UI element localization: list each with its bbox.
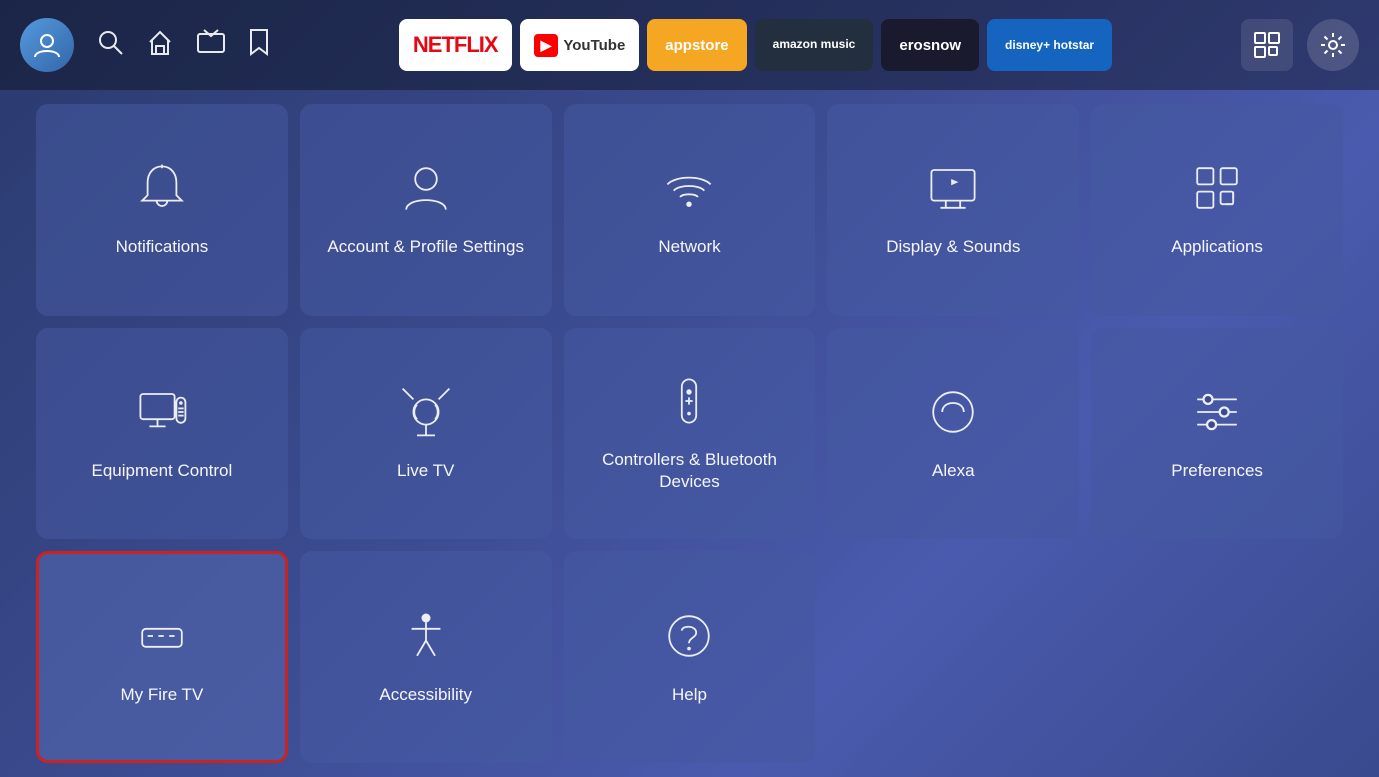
notifications-label: Notifications: [116, 236, 209, 258]
alexa-icon: [926, 385, 980, 446]
account-profile-label: Account & Profile Settings: [327, 236, 524, 258]
grid-item-help[interactable]: Help: [564, 551, 816, 763]
bell-icon: [135, 161, 189, 222]
hotstar-label: disney+ hotstar: [1005, 38, 1094, 52]
app-grid-button[interactable]: [1241, 19, 1293, 71]
accessibility-icon: [399, 609, 453, 670]
sliders-icon: [1190, 385, 1244, 446]
app-erosnow[interactable]: erosnow: [881, 19, 979, 71]
bookmark-icon[interactable]: [248, 28, 270, 63]
grid-item-display-sounds[interactable]: Display & Sounds: [827, 104, 1079, 316]
applications-label: Applications: [1171, 236, 1263, 258]
app-netflix[interactable]: NETFLIX: [399, 19, 512, 71]
my-fire-tv-label: My Fire TV: [120, 684, 203, 706]
person-icon: [399, 161, 453, 222]
app-youtube[interactable]: ▶ YouTube: [520, 19, 640, 71]
alexa-label: Alexa: [932, 460, 975, 482]
preferences-label: Preferences: [1171, 460, 1263, 482]
equipment-control-label: Equipment Control: [91, 460, 232, 482]
tv-icon[interactable]: [196, 28, 226, 63]
accessibility-label: Accessibility: [379, 684, 472, 706]
grid-item-alexa[interactable]: Alexa: [827, 328, 1079, 540]
app-hotstar[interactable]: disney+ hotstar: [987, 19, 1112, 71]
remote-icon: [662, 374, 716, 435]
topbar-apps: NETFLIX ▶ YouTube appstore amazon music …: [280, 19, 1231, 71]
search-icon[interactable]: [96, 28, 124, 63]
topbar-right: [1241, 19, 1359, 71]
grid-item-equipment-control[interactable]: Equipment Control: [36, 328, 288, 540]
display-sounds-label: Display & Sounds: [886, 236, 1020, 258]
youtube-play-icon: ▶: [534, 34, 559, 57]
network-label: Network: [658, 236, 720, 258]
topbar-left: [20, 18, 270, 72]
wifi-icon: [662, 161, 716, 222]
grid-item-controllers-bluetooth[interactable]: Controllers & Bluetooth Devices: [564, 328, 816, 540]
apps-icon: [1190, 161, 1244, 222]
monitor-icon: [135, 385, 189, 446]
grid-item-applications[interactable]: Applications: [1091, 104, 1343, 316]
grid-item-notifications[interactable]: Notifications: [36, 104, 288, 316]
grid-item-live-tv[interactable]: Live TV: [300, 328, 552, 540]
firetv-icon: [135, 609, 189, 670]
help-label: Help: [672, 684, 707, 706]
app-appstore[interactable]: appstore: [647, 19, 746, 71]
app-amazon-music[interactable]: amazon music: [755, 19, 874, 71]
grid-item-accessibility[interactable]: Accessibility: [300, 551, 552, 763]
controllers-bluetooth-label: Controllers & Bluetooth Devices: [576, 449, 804, 493]
avatar[interactable]: [20, 18, 74, 72]
amazon-music-label: amazon music: [773, 37, 856, 53]
grid-item-account-profile[interactable]: Account & Profile Settings: [300, 104, 552, 316]
antenna-icon: [399, 385, 453, 446]
grid-item-preferences[interactable]: Preferences: [1091, 328, 1343, 540]
settings-grid: Notifications Account & Profile Settings…: [0, 90, 1379, 777]
live-tv-label: Live TV: [397, 460, 454, 482]
settings-button[interactable]: [1307, 19, 1359, 71]
display-icon: [926, 161, 980, 222]
help-icon: [662, 609, 716, 670]
youtube-label: YouTube: [563, 37, 625, 54]
topbar: NETFLIX ▶ YouTube appstore amazon music …: [0, 0, 1379, 90]
home-icon[interactable]: [146, 28, 174, 63]
grid-item-my-fire-tv[interactable]: My Fire TV: [36, 551, 288, 763]
grid-item-network[interactable]: Network: [564, 104, 816, 316]
